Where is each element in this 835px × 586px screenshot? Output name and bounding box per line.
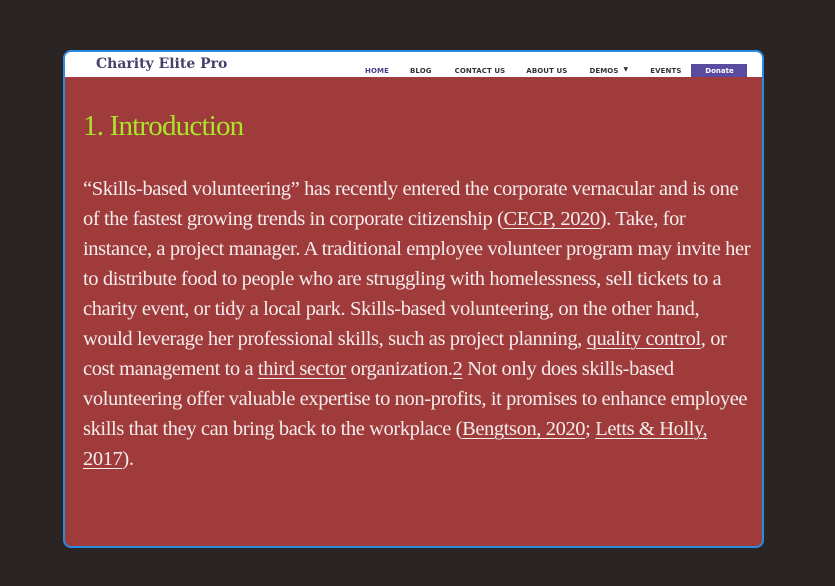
main-nav: HOME BLOG CONTACT US ABOUT US DEMOS ▼ EV…	[365, 64, 748, 77]
article-paragraph: “Skills-based volunteering” has recently…	[83, 174, 751, 474]
section-heading: 1. Introduction	[83, 110, 244, 142]
footnote-link[interactable]: 2	[453, 358, 463, 380]
nav-events[interactable]: EVENTS	[650, 67, 681, 75]
paragraph-text: organization.	[345, 358, 453, 380]
browser-viewport: Charity Elite Pro HOME BLOG CONTACT US A…	[63, 50, 764, 548]
nav-blog[interactable]: BLOG	[410, 67, 432, 75]
paragraph-text: ).	[122, 448, 134, 470]
third-sector-link[interactable]: third sector	[258, 358, 346, 380]
nav-demos-label: DEMOS	[589, 66, 619, 75]
chevron-down-icon: ▼	[623, 66, 629, 73]
nav-home[interactable]: HOME	[365, 67, 389, 75]
donate-button[interactable]: Donate	[691, 64, 748, 77]
site-logo[interactable]: Charity Elite Pro	[96, 56, 227, 72]
nav-about-us[interactable]: ABOUT US	[526, 67, 567, 75]
nav-contact-us[interactable]: CONTACT US	[455, 67, 506, 75]
citation-link-bengtson[interactable]: Bengtson, 2020	[462, 418, 586, 440]
paragraph-text: ;	[585, 418, 596, 440]
nav-demos[interactable]: DEMOS ▼	[589, 66, 629, 75]
quality-control-link[interactable]: quality control	[587, 328, 702, 350]
citation-link-cecp[interactable]: CECP, 2020	[504, 208, 601, 230]
site-header: Charity Elite Pro HOME BLOG CONTACT US A…	[65, 52, 762, 77]
